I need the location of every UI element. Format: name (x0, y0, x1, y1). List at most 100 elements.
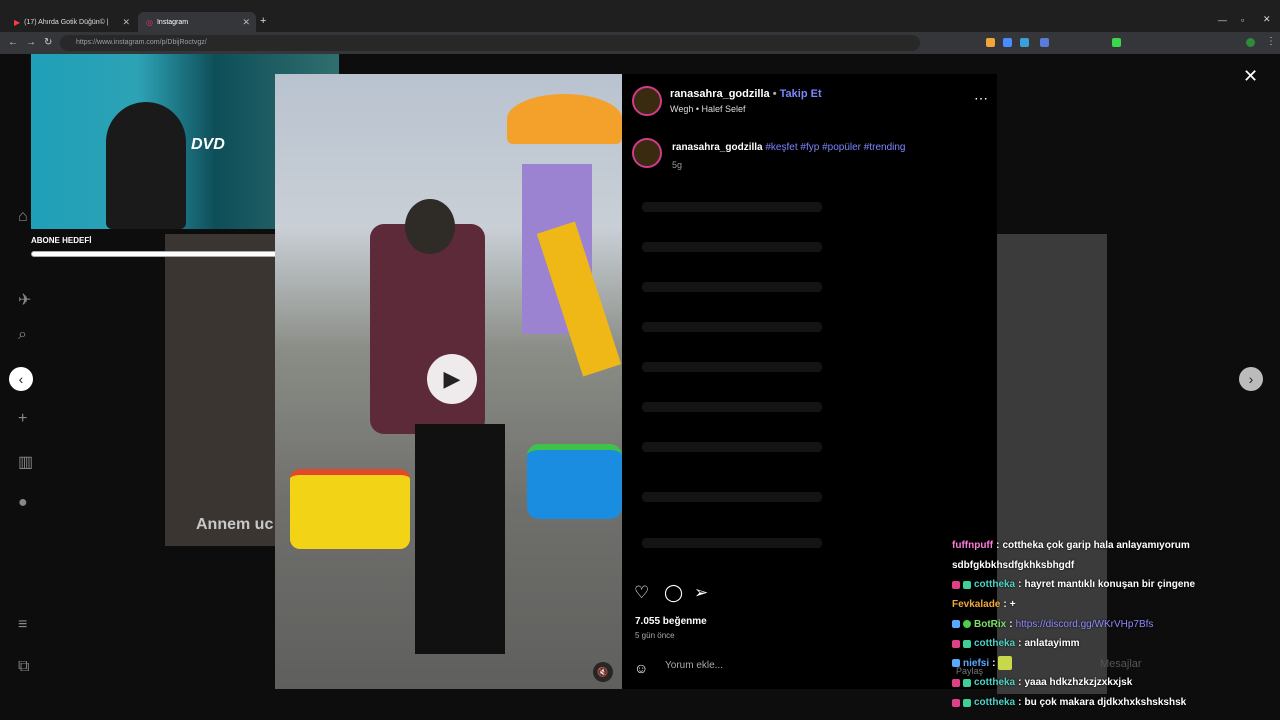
close-tab-icon[interactable]: ✕ (242, 17, 250, 28)
chat-text: cottheka çok garip hala anlayamıyorum (1002, 540, 1190, 552)
chat-badge-icon (952, 639, 960, 648)
chat-badge-icon (952, 659, 960, 668)
previous-post-button[interactable]: ‹ (9, 367, 33, 391)
extension-icon[interactable] (1020, 38, 1029, 47)
post-age: 5 gün önce (635, 631, 675, 640)
author-header: ranasahra_godzilla • Takip Et (670, 88, 822, 100)
extension-icon[interactable] (986, 38, 995, 47)
new-tab-button[interactable]: + (260, 15, 266, 27)
author-avatar[interactable] (632, 86, 662, 116)
emoji-icon[interactable]: ☺ (634, 660, 648, 676)
chat-message: fuffnpuff: cottheka çok garip hala anlay… (952, 540, 1190, 552)
comment-bubble-icon[interactable]: ◯ (664, 583, 683, 603)
youtube-icon: ▶ (14, 17, 21, 27)
chat-message: cottheka: bu çok makara djdkxhxkshskshsk (952, 693, 1280, 713)
video-subject (370, 224, 485, 434)
chat-badge-icon (952, 580, 960, 589)
chat-username: cottheka (974, 638, 1016, 650)
chat-badge-icon (963, 639, 971, 648)
playground-structure (507, 74, 622, 384)
instagram-icon: ◎ (146, 17, 153, 27)
tab-instagram[interactable]: ◎ Instagram ✕ (138, 12, 256, 32)
dvd-logo: DVD (191, 136, 225, 153)
forward-icon[interactable]: → (26, 37, 36, 48)
extension-icon[interactable] (1112, 38, 1121, 47)
chat-badge-icon (952, 678, 960, 687)
comment-input[interactable]: Yorum ekle... (665, 660, 723, 671)
caption-username[interactable]: ranasahra_godzilla (672, 142, 763, 153)
create-icon[interactable]: + (18, 410, 27, 428)
back-icon[interactable]: ← (8, 37, 18, 48)
menu-icon[interactable]: ⋮ (1266, 36, 1276, 47)
profile-avatar[interactable] (1246, 38, 1255, 47)
like-count[interactable]: 7.055 beğenme (635, 616, 707, 627)
extension-icon[interactable] (1003, 38, 1012, 47)
chat-message: cottheka: hayret mantıklı konuşan bir çi… (952, 575, 1280, 595)
preview-caption: Annem uc (196, 516, 274, 533)
video-subject-legs (415, 424, 505, 654)
messages-icon[interactable]: ✈ (18, 290, 31, 310)
audio-track[interactable]: Wegh • Halef Selef (670, 104, 746, 114)
comment-skeleton (642, 442, 822, 452)
profile-icon[interactable]: ● (18, 494, 28, 512)
chat-username: Fevkalade (952, 599, 1001, 611)
tab-label: Instagram (156, 18, 189, 26)
like-heart-icon[interactable]: ♡ (634, 583, 649, 603)
yellow-swing (290, 469, 410, 549)
author-username[interactable]: ranasahra_godzilla (670, 88, 770, 100)
blue-swing (527, 444, 622, 519)
caption-hashtags[interactable]: #keşfet #fyp #popüler #trending (765, 142, 905, 153)
chat-badge-icon (963, 580, 971, 589)
close-tab-icon[interactable]: ✕ (122, 17, 130, 28)
comment-skeleton (642, 402, 822, 412)
tab-label: (17) Ahırda Gotik Düğün© | (24, 18, 109, 26)
reload-icon[interactable]: ↻ (44, 37, 52, 48)
chat-text: hayret mantıklı konuşan bir çingene (1024, 579, 1196, 591)
meta-icon[interactable]: ⧉ (18, 658, 29, 676)
video-subject-head (405, 199, 455, 254)
chat-username: BotRix (974, 618, 1007, 630)
chat-message: BotRix: https://discord.gg/WKrVHp7Bfs (952, 614, 1280, 634)
chat-username: niefsi (963, 657, 990, 669)
mute-toggle-icon[interactable]: 🔇 (593, 662, 613, 682)
close-icon[interactable]: ✕ (1243, 66, 1258, 87)
chat-badge-icon (963, 698, 971, 707)
chat-text: sdbfgkbkhsdfgkhksbhgdf (952, 559, 1075, 571)
close-window-button[interactable]: ✕ (1263, 14, 1271, 25)
comment-skeleton (642, 492, 822, 502)
caption-avatar[interactable] (632, 138, 662, 168)
extension-icon[interactable] (1040, 38, 1049, 47)
subscriber-goal-label: ABONE HEDEFİ (31, 236, 92, 245)
chat-username: cottheka (974, 677, 1016, 689)
chat-link[interactable]: https://discord.gg/WKrVHp7Bfs (1016, 619, 1154, 630)
follow-button[interactable]: Takip Et (780, 88, 822, 100)
search-icon[interactable]: ⌕ (18, 326, 27, 344)
chat-text: anlatayimm (1024, 638, 1080, 650)
url-field[interactable]: https://www.instagram.com/p/DbijRoctvgz/ (60, 35, 920, 51)
emote-icon (998, 656, 1013, 671)
home-icon[interactable]: ⌂ (18, 208, 28, 226)
chat-text: bu çok makara djdkxhxkshskshsk (1024, 697, 1187, 709)
post-video[interactable]: ▶ 🔇 (275, 74, 622, 689)
comment-skeleton (642, 538, 822, 548)
play-button[interactable]: ▶ (427, 354, 477, 404)
comment-skeleton (642, 202, 822, 212)
chat-badge-icon (952, 698, 960, 707)
chat-message: cottheka: yaaa hdkzhzkzjzxkxjsk (952, 673, 1280, 693)
comment-skeleton (642, 282, 822, 292)
address-bar-row: ← → ↻ https://www.instagram.com/p/DbijRo… (0, 32, 1280, 54)
share-send-icon[interactable]: ➢ (694, 583, 708, 603)
chat-text: + (1009, 599, 1016, 611)
comment-skeleton (642, 322, 822, 332)
minimize-button[interactable]: — (1218, 15, 1227, 25)
maximize-button[interactable]: ▫ (1241, 15, 1244, 25)
tab-youtube[interactable]: ▶ (17) Ahırda Gotik Düğün© | ✕ (6, 12, 136, 32)
streamer-figure (106, 102, 186, 229)
caption-age: 5g (672, 160, 683, 170)
chat-message: niefsi: (952, 654, 1280, 674)
more-options-icon[interactable]: ⋯ (974, 90, 988, 107)
next-post-button[interactable]: › (1239, 367, 1263, 391)
dashboard-icon[interactable]: ▥ (18, 452, 33, 472)
previous-post-preview[interactable]: Annem uc (165, 234, 277, 546)
more-menu-icon[interactable]: ≡ (18, 616, 27, 634)
